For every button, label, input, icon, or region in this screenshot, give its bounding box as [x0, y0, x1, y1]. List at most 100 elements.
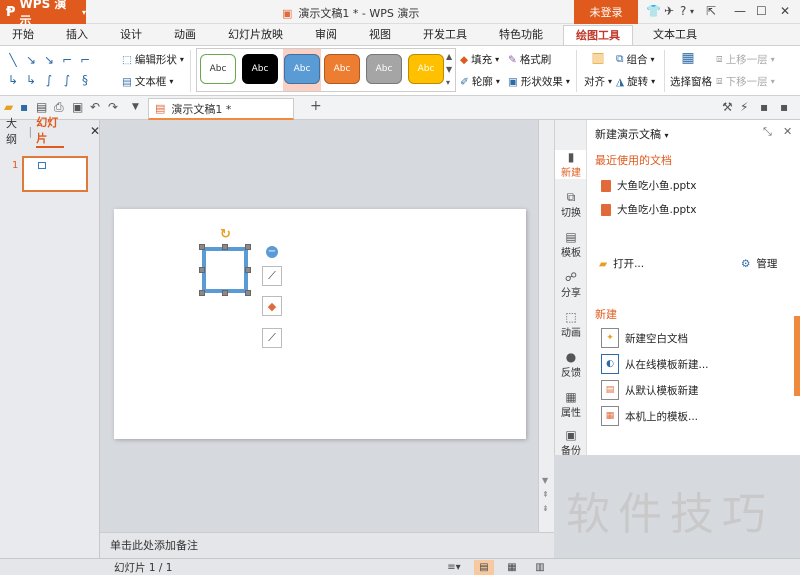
tab-home[interactable]: 开始: [0, 25, 46, 45]
strip-backup[interactable]: ▣ 备份: [555, 428, 587, 457]
format-brush-button[interactable]: ✎ 格式刷: [508, 52, 551, 67]
style-blue[interactable]: Abc: [284, 54, 320, 84]
style-gray[interactable]: Abc: [366, 54, 402, 84]
shape-line-button[interactable]: ⟋: [262, 328, 282, 348]
minimize-icon[interactable]: —: [734, 4, 746, 18]
resize-handle[interactable]: [222, 290, 228, 296]
task-pane-title[interactable]: 新建演示文稿 ▾: [595, 126, 669, 142]
resize-handle[interactable]: [222, 244, 228, 250]
resize-handle[interactable]: [245, 290, 251, 296]
edit-shape-button[interactable]: ⬚ 编辑形状 ▾: [122, 52, 184, 67]
strip-transition[interactable]: ⧉ 切换: [555, 190, 587, 219]
line-arrow-icon[interactable]: ↘: [22, 50, 40, 70]
tab-slides[interactable]: 幻灯片: [36, 114, 64, 148]
resize-handle[interactable]: [199, 267, 205, 273]
tab-slideshow[interactable]: 幻灯片放映: [216, 25, 295, 45]
shape-outline-button[interactable]: ⟋: [262, 266, 282, 286]
strip-feedback[interactable]: ● 反馈: [555, 350, 587, 379]
close-icon[interactable]: ✕: [780, 4, 790, 18]
fill-button[interactable]: ◆ 填充 ▾: [460, 52, 499, 67]
tab-review[interactable]: 审阅: [303, 25, 349, 45]
chevron-down-icon[interactable]: ▼: [132, 102, 139, 112]
curve-connector-icon[interactable]: ∫: [58, 70, 76, 90]
notes-area[interactable]: 单击此处添加备注: [100, 532, 554, 558]
tab-design[interactable]: 设计: [108, 25, 154, 45]
tab-drawing-tools[interactable]: 绘图工具: [563, 25, 633, 45]
rotate-handle-icon[interactable]: ↻: [220, 227, 231, 242]
resize-handle[interactable]: [199, 290, 205, 296]
tab-developer[interactable]: 开发工具: [411, 25, 479, 45]
window-icon[interactable]: ▪: [780, 100, 788, 114]
help-icon[interactable]: ?: [680, 4, 686, 18]
elbow-connector-icon[interactable]: ⌐: [76, 50, 94, 70]
bring-forward-button[interactable]: ⧈ 上移一层 ▾: [716, 52, 775, 67]
gallery-scroll[interactable]: ▲ ▼ ▾: [446, 50, 452, 89]
new-tab-plus-icon[interactable]: +: [310, 98, 322, 114]
tab-text-tools[interactable]: 文本工具: [641, 25, 709, 45]
tab-animation[interactable]: 动画: [162, 25, 208, 45]
notes-view-button[interactable]: ≡▾: [444, 560, 464, 575]
shape-fill-button[interactable]: ◆: [262, 296, 282, 316]
resize-handle[interactable]: [245, 244, 251, 250]
elbow-connector-icon[interactable]: ↳: [4, 70, 22, 90]
magic-icon[interactable]: ⚡: [740, 100, 748, 114]
tab-view[interactable]: 视图: [357, 25, 403, 45]
local-template-item[interactable]: ▦ 本机上的模板...: [601, 406, 698, 426]
strip-new[interactable]: ▮ 新建: [555, 150, 587, 179]
tab-outline[interactable]: 大纲: [6, 115, 24, 147]
curve-connector-icon[interactable]: ∫: [40, 70, 58, 90]
shape-gallery[interactable]: ╲ ↘ ↘ ⌐ ⌐ ↳ ↳ ∫ ∫ §: [4, 50, 100, 90]
output-pdf-icon[interactable]: ▤: [36, 100, 47, 114]
vertical-scrollbar[interactable]: ▼ ⇞ ⇟: [538, 120, 554, 558]
tool-icon[interactable]: ⚒: [722, 100, 733, 114]
tab-insert[interactable]: 插入: [54, 25, 100, 45]
skin-icon[interactable]: 👕: [646, 4, 661, 18]
resize-handle[interactable]: [199, 244, 205, 250]
strip-animation[interactable]: ⬚ 动画: [555, 310, 587, 339]
manage-button[interactable]: ⚙ 管理: [741, 256, 777, 271]
recent-file-item[interactable]: 大鱼吃小鱼.pptx: [601, 178, 697, 193]
style-white[interactable]: Abc: [200, 54, 236, 84]
reading-view-button[interactable]: ▥: [530, 560, 550, 575]
selected-rectangle-shape[interactable]: [202, 247, 248, 293]
close-icon[interactable]: ✕: [90, 124, 100, 138]
maximize-icon[interactable]: ☐: [756, 4, 767, 18]
outline-button[interactable]: ✐ 轮廓 ▾: [460, 74, 500, 89]
line-arrow-icon[interactable]: ↘: [40, 50, 58, 70]
fullscreen-icon[interactable]: ⇱: [706, 4, 716, 18]
shape-effects-button[interactable]: ▣ 形状效果 ▾: [508, 74, 570, 89]
app-menu-button[interactable]: Ᵽ WPS 演示 ▾: [0, 0, 86, 28]
undo-icon[interactable]: ↶: [90, 100, 100, 114]
tab-special[interactable]: 特色功能: [487, 25, 555, 45]
strip-properties[interactable]: ▦ 属性: [555, 390, 587, 419]
send-backward-button[interactable]: ⧈ 下移一层 ▾: [716, 74, 775, 89]
new-blank-doc-item[interactable]: ✦ 新建空白文档: [601, 328, 688, 348]
print-preview-icon[interactable]: ▣: [72, 100, 83, 114]
style-black[interactable]: Abc: [242, 54, 278, 84]
elbow-connector-icon[interactable]: ⌐: [58, 50, 76, 70]
new-online-template-item[interactable]: ◐ 从在线模板新建...: [601, 354, 709, 374]
window-icon[interactable]: ▪: [760, 100, 768, 114]
slide-thumbnail[interactable]: [22, 156, 88, 192]
scroll-down-icon[interactable]: ▼: [542, 476, 548, 485]
print-icon[interactable]: ⎙: [54, 100, 64, 115]
normal-view-button[interactable]: ▤: [474, 560, 494, 575]
feedback-icon[interactable]: ✈: [664, 4, 674, 18]
next-slide-icon[interactable]: ⇟: [542, 504, 549, 513]
align-button[interactable]: 对齐 ▾: [584, 74, 612, 89]
new-default-template-item[interactable]: ▤ 从默认模板新建: [601, 380, 699, 400]
rotate-button[interactable]: ◮ 旋转 ▾: [616, 74, 655, 89]
open-folder-icon[interactable]: ▰: [4, 100, 13, 114]
sorter-view-button[interactable]: ▦: [502, 560, 522, 575]
open-button[interactable]: ▰ 打开...: [599, 256, 644, 271]
group-button[interactable]: ⧉ 组合 ▾: [616, 52, 655, 67]
recent-file-item[interactable]: 大鱼吃小鱼.pptx: [601, 202, 697, 217]
strip-template[interactable]: ▤ 模板: [555, 230, 587, 259]
style-orange[interactable]: Abc: [324, 54, 360, 84]
save-icon[interactable]: ▪: [20, 100, 28, 114]
style-gold[interactable]: Abc: [408, 54, 444, 84]
elbow-connector-icon[interactable]: ↳: [22, 70, 40, 90]
document-tab[interactable]: ▤ 演示文稿1 *: [148, 98, 294, 120]
collapse-pane-icon[interactable]: ⤡: [763, 125, 772, 139]
line-arrow-icon[interactable]: ╲: [4, 50, 22, 70]
